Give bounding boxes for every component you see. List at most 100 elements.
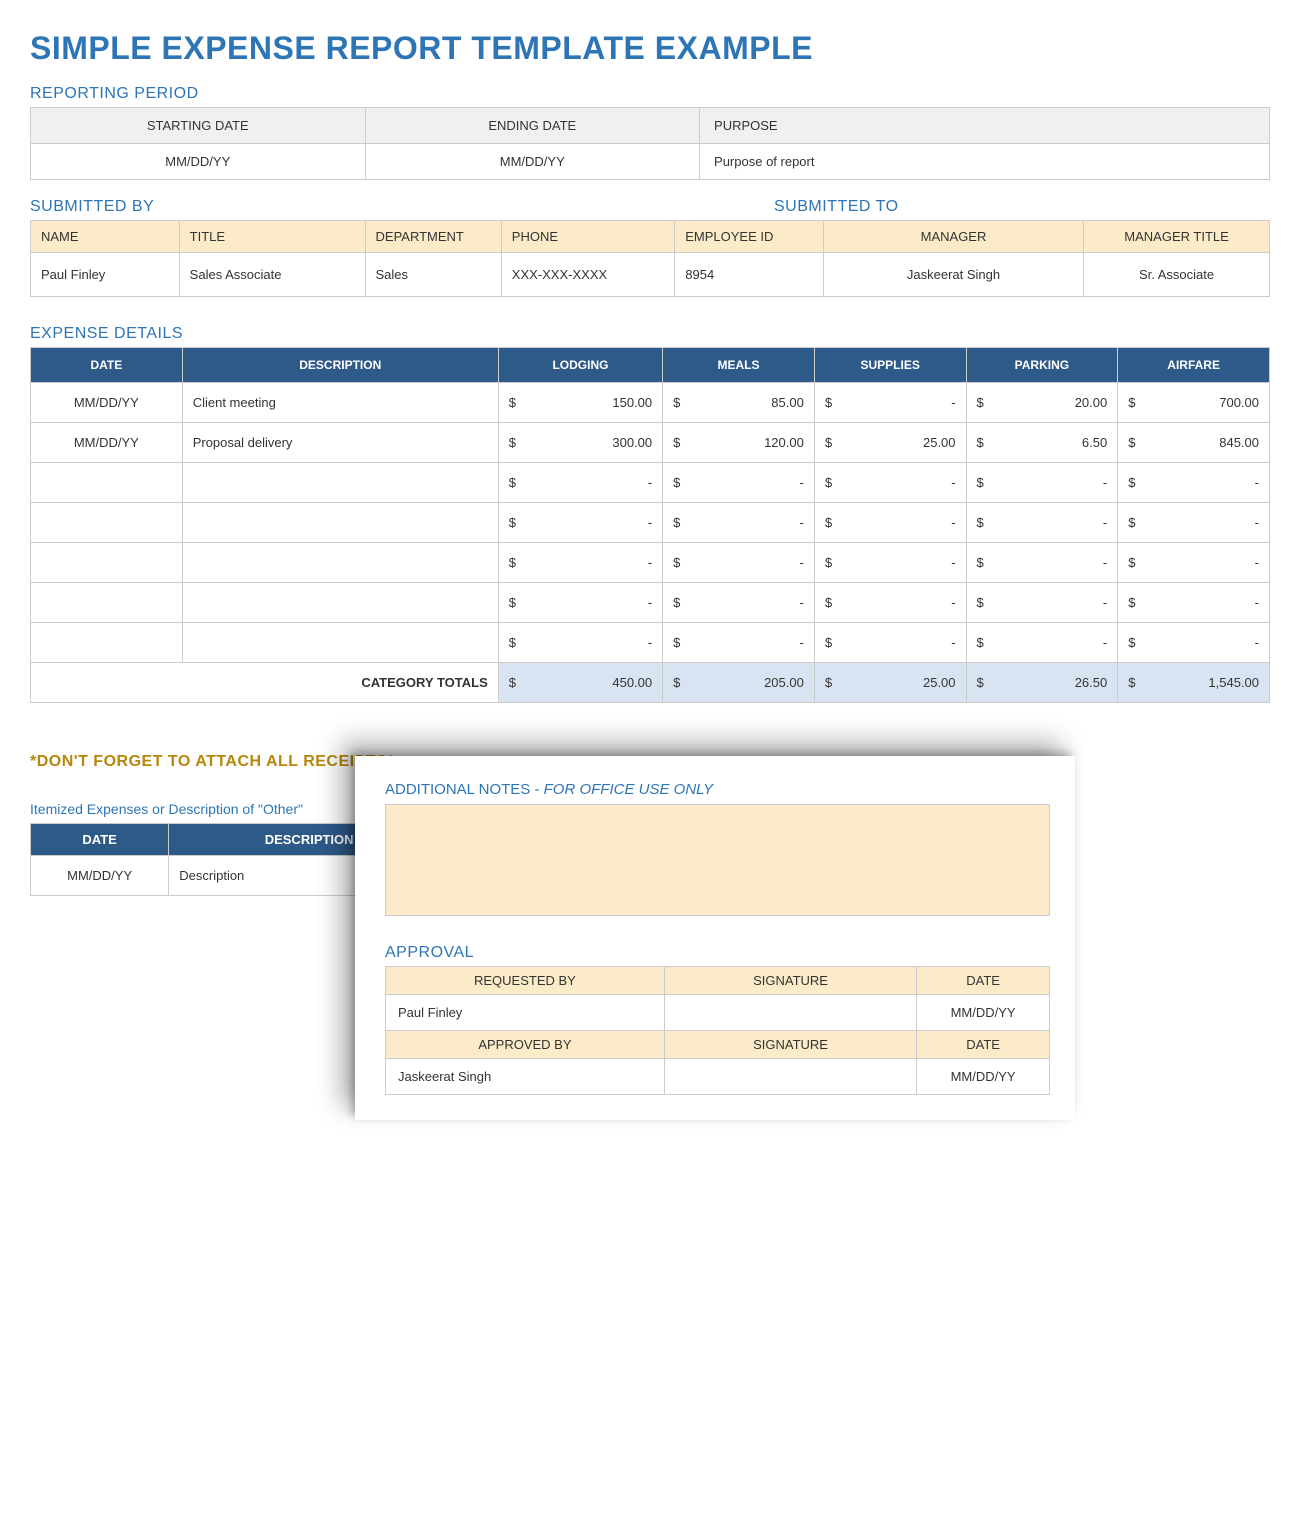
expense-supplies-cell[interactable]: $- bbox=[814, 583, 966, 623]
phone-cell[interactable]: XXX-XXX-XXXX bbox=[501, 253, 674, 297]
expense-date-cell[interactable] bbox=[31, 623, 183, 663]
start-date-cell[interactable]: MM/DD/YY bbox=[31, 144, 366, 180]
expense-details-label: EXPENSE DETAILS bbox=[30, 325, 1270, 343]
expense-lodging-cell[interactable]: $- bbox=[498, 503, 662, 543]
expense-meals-cell[interactable]: $85.00 bbox=[663, 383, 815, 423]
expense-supplies-cell[interactable]: $- bbox=[814, 383, 966, 423]
expense-row: MM/DD/YYClient meeting$150.00$85.00$-$20… bbox=[31, 383, 1270, 423]
expense-meals-cell[interactable]: $- bbox=[663, 543, 815, 583]
approved-sig-cell[interactable] bbox=[664, 1059, 916, 1095]
expense-date-cell[interactable]: MM/DD/YY bbox=[31, 383, 183, 423]
expense-airfare-cell[interactable]: $- bbox=[1118, 463, 1270, 503]
expense-desc-cell[interactable] bbox=[182, 463, 498, 503]
expense-airfare-cell[interactable]: $845.00 bbox=[1118, 423, 1270, 463]
col-item-date: DATE bbox=[31, 824, 169, 856]
expense-parking-cell[interactable]: $- bbox=[966, 503, 1118, 543]
col-purpose: PURPOSE bbox=[700, 108, 1270, 144]
col-airfare: AIRFARE bbox=[1118, 348, 1270, 383]
expense-lodging-cell[interactable]: $300.00 bbox=[498, 423, 662, 463]
expense-supplies-cell[interactable]: $- bbox=[814, 543, 966, 583]
expense-airfare-cell[interactable]: $- bbox=[1118, 543, 1270, 583]
requested-by-cell[interactable]: Paul Finley bbox=[386, 995, 665, 1031]
empid-cell[interactable]: 8954 bbox=[675, 253, 824, 297]
total-supplies: $25.00 bbox=[814, 663, 966, 703]
expense-parking-cell[interactable]: $6.50 bbox=[966, 423, 1118, 463]
expense-parking-cell[interactable]: $- bbox=[966, 463, 1118, 503]
expense-desc-cell[interactable]: Proposal delivery bbox=[182, 423, 498, 463]
expense-parking-cell[interactable]: $- bbox=[966, 543, 1118, 583]
col-title: TITLE bbox=[179, 221, 365, 253]
expense-date-cell[interactable] bbox=[31, 543, 183, 583]
requested-sig-cell[interactable] bbox=[664, 995, 916, 1031]
expense-parking-cell[interactable]: $- bbox=[966, 623, 1118, 663]
expense-parking-cell[interactable]: $20.00 bbox=[966, 383, 1118, 423]
purpose-cell[interactable]: Purpose of report bbox=[700, 144, 1270, 180]
expense-row: MM/DD/YYProposal delivery$300.00$120.00$… bbox=[31, 423, 1270, 463]
expense-lodging-cell[interactable]: $150.00 bbox=[498, 383, 662, 423]
manager-title-cell[interactable]: Sr. Associate bbox=[1084, 253, 1270, 297]
expense-desc-cell[interactable]: Client meeting bbox=[182, 383, 498, 423]
item-date-cell[interactable]: MM/DD/YY bbox=[31, 856, 169, 896]
col-dept: DEPARTMENT bbox=[365, 221, 501, 253]
expense-meals-cell[interactable]: $- bbox=[663, 583, 815, 623]
expense-supplies-cell[interactable]: $- bbox=[814, 623, 966, 663]
expense-lodging-cell[interactable]: $- bbox=[498, 583, 662, 623]
col-requested-by: REQUESTED BY bbox=[386, 967, 665, 995]
col-empid: EMPLOYEE ID bbox=[675, 221, 824, 253]
requested-date-cell[interactable]: MM/DD/YY bbox=[917, 995, 1050, 1031]
col-lodging: LODGING bbox=[498, 348, 662, 383]
expense-supplies-cell[interactable]: $- bbox=[814, 503, 966, 543]
name-cell[interactable]: Paul Finley bbox=[31, 253, 180, 297]
dept-cell[interactable]: Sales bbox=[365, 253, 501, 297]
col-exp-date: DATE bbox=[31, 348, 183, 383]
expense-meals-cell[interactable]: $- bbox=[663, 503, 815, 543]
col-manager: MANAGER bbox=[823, 221, 1083, 253]
additional-notes-box[interactable] bbox=[385, 804, 1050, 916]
col-name: NAME bbox=[31, 221, 180, 253]
submitted-to-label: SUBMITTED TO bbox=[774, 198, 899, 216]
expense-desc-cell[interactable] bbox=[182, 583, 498, 623]
expense-row: $-$-$-$-$- bbox=[31, 543, 1270, 583]
expense-desc-cell[interactable] bbox=[182, 623, 498, 663]
expense-row: $-$-$-$-$- bbox=[31, 583, 1270, 623]
expense-row: $-$-$-$-$- bbox=[31, 623, 1270, 663]
title-cell[interactable]: Sales Associate bbox=[179, 253, 365, 297]
expense-lodging-cell[interactable]: $- bbox=[498, 463, 662, 503]
expense-airfare-cell[interactable]: $- bbox=[1118, 503, 1270, 543]
submitted-by-label: SUBMITTED BY bbox=[30, 198, 774, 216]
reporting-period-table: STARTING DATE ENDING DATE PURPOSE MM/DD/… bbox=[30, 107, 1270, 180]
approved-date-cell[interactable]: MM/DD/YY bbox=[917, 1059, 1050, 1095]
expense-date-cell[interactable] bbox=[31, 583, 183, 623]
approval-table: REQUESTED BY SIGNATURE DATE Paul Finley … bbox=[385, 966, 1050, 1095]
expense-airfare-cell[interactable]: $700.00 bbox=[1118, 383, 1270, 423]
expense-airfare-cell[interactable]: $- bbox=[1118, 583, 1270, 623]
expense-lodging-cell[interactable]: $- bbox=[498, 623, 662, 663]
col-start-date: STARTING DATE bbox=[31, 108, 366, 144]
expense-date-cell[interactable]: MM/DD/YY bbox=[31, 423, 183, 463]
expense-airfare-cell[interactable]: $- bbox=[1118, 623, 1270, 663]
col-end-date: ENDING DATE bbox=[365, 108, 700, 144]
expense-lodging-cell[interactable]: $- bbox=[498, 543, 662, 583]
total-parking: $26.50 bbox=[966, 663, 1118, 703]
expense-desc-cell[interactable] bbox=[182, 543, 498, 583]
expense-parking-cell[interactable]: $- bbox=[966, 583, 1118, 623]
expense-meals-cell[interactable]: $- bbox=[663, 463, 815, 503]
total-airfare: $1,545.00 bbox=[1118, 663, 1270, 703]
expense-meals-cell[interactable]: $- bbox=[663, 623, 815, 663]
expense-supplies-cell[interactable]: $25.00 bbox=[814, 423, 966, 463]
expense-date-cell[interactable] bbox=[31, 463, 183, 503]
col-signature-2: SIGNATURE bbox=[664, 1031, 916, 1059]
approval-label: APPROVAL bbox=[385, 944, 1050, 962]
end-date-cell[interactable]: MM/DD/YY bbox=[365, 144, 700, 180]
expense-date-cell[interactable] bbox=[31, 503, 183, 543]
manager-cell[interactable]: Jaskeerat Singh bbox=[823, 253, 1083, 297]
approved-by-cell[interactable]: Jaskeerat Singh bbox=[386, 1059, 665, 1095]
col-phone: PHONE bbox=[501, 221, 674, 253]
category-totals-label: CATEGORY TOTALS bbox=[31, 663, 499, 703]
expense-supplies-cell[interactable]: $- bbox=[814, 463, 966, 503]
page-title: SIMPLE EXPENSE REPORT TEMPLATE EXAMPLE bbox=[30, 30, 1270, 67]
expense-meals-cell[interactable]: $120.00 bbox=[663, 423, 815, 463]
expense-desc-cell[interactable] bbox=[182, 503, 498, 543]
submitted-table: NAME TITLE DEPARTMENT PHONE EMPLOYEE ID … bbox=[30, 220, 1270, 297]
col-manager-title: MANAGER TITLE bbox=[1084, 221, 1270, 253]
